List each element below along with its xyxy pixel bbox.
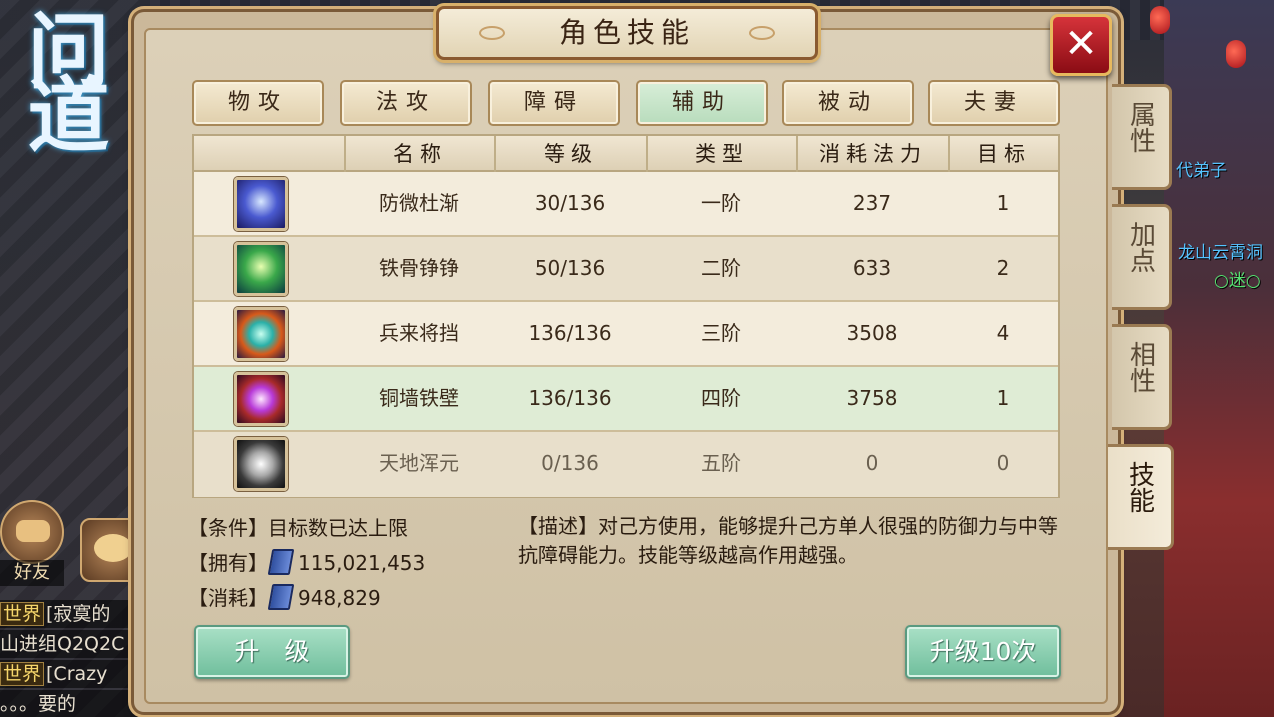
skill-tier: 二阶	[701, 256, 741, 280]
skill-book-icon	[267, 584, 295, 610]
tab-passive[interactable]: 被动	[782, 80, 914, 126]
chat-line[interactable]: 世界 [寂寞的	[0, 600, 140, 628]
skill-level: 0/136	[541, 451, 599, 475]
skill-tier: 三阶	[701, 321, 741, 345]
cost-label: 【消耗】	[188, 586, 268, 610]
side-tab-label: 相性	[1125, 341, 1156, 393]
skill-name: 铜墙铁壁	[379, 386, 459, 410]
skill-mana: 3758	[846, 386, 898, 410]
side-tab-label: 属性	[1125, 101, 1156, 153]
owned-line: 【拥有】 115,021,453	[188, 547, 425, 576]
chat-text: [寂寞的	[46, 603, 111, 625]
table-row[interactable]: 铁骨铮铮 50/136 二阶 633 2	[194, 237, 1058, 302]
skill-name: 铁骨铮铮	[379, 256, 459, 280]
chat-line[interactable]: 世界 [Crazy	[0, 660, 140, 688]
header-targets: 目标	[948, 136, 1058, 172]
lantern-icon	[1150, 6, 1170, 34]
location-name-label: 龙山云霄洞	[1178, 243, 1263, 263]
hand-spell-icon	[234, 177, 288, 231]
skill-targets: 1	[996, 386, 1010, 410]
skill-mana: 237	[852, 191, 892, 215]
owned-value: 115,021,453	[298, 551, 426, 575]
skill-mana: 633	[852, 256, 892, 280]
chat-text: 山进组Q2Q2C	[0, 633, 125, 655]
tab-support[interactable]: 辅助	[636, 80, 768, 126]
logo-mark: 问道	[13, 8, 109, 136]
close-button[interactable]: ✕	[1050, 14, 1112, 76]
skill-book-icon	[267, 549, 295, 575]
tab-physical-attack[interactable]: 物攻	[192, 80, 324, 126]
side-tab-label: 加点	[1125, 221, 1156, 273]
scene-right-courtyard	[1164, 0, 1274, 717]
upgrade-10x-button[interactable]: 升级10次	[905, 625, 1061, 679]
purple-orb-spell-icon	[234, 372, 288, 426]
skill-targets: 1	[996, 191, 1010, 215]
chat-line[interactable]: 。。。要的	[0, 690, 140, 717]
skills-table: 名称 等级 类型 消耗法力 目标 防微杜渐 30/136 一阶 237 1 铁骨…	[192, 134, 1060, 498]
skill-tier: 五阶	[701, 451, 741, 475]
skill-level: 50/136	[534, 256, 606, 280]
panel-title-plate: 角色技能	[436, 6, 818, 60]
condition-value: 目标数已达上限	[268, 516, 408, 540]
table-row[interactable]: 兵来将挡 136/136 三阶 3508 4	[194, 302, 1058, 367]
tab-couple[interactable]: 夫妻	[928, 80, 1060, 126]
upgrade-button[interactable]: 升 级	[194, 625, 350, 679]
skill-targets: 2	[996, 256, 1010, 280]
green-hand-spell-icon	[234, 242, 288, 296]
header-icon-col	[194, 136, 344, 172]
white-burst-spell-icon	[234, 437, 288, 491]
owned-label: 【拥有】	[188, 551, 268, 575]
tab-obstacle[interactable]: 障碍	[488, 80, 620, 126]
skill-mana: 3508	[846, 321, 898, 345]
condition-label: 【条件】	[188, 516, 268, 540]
table-row[interactable]: 防微杜渐 30/136 一阶 237 1	[194, 172, 1058, 237]
side-tab-skills[interactable]: 技能	[1108, 444, 1174, 550]
tab-magic-attack[interactable]: 法攻	[340, 80, 472, 126]
npc-name-label: 代弟子	[1176, 161, 1227, 181]
skill-name: 天地浑元	[379, 451, 459, 475]
handshake-icon	[16, 520, 50, 542]
header-mana-cost: 消耗法力	[796, 136, 948, 172]
skill-level: 136/136	[528, 321, 612, 345]
cost-line: 【消耗】 948,829	[188, 582, 381, 611]
close-icon: ✕	[1064, 21, 1098, 67]
side-tab-add-points[interactable]: 加点	[1112, 204, 1172, 310]
skill-targets: 4	[996, 321, 1010, 345]
skill-name: 防微杜渐	[379, 191, 459, 215]
skill-level: 30/136	[534, 191, 606, 215]
player-name-label: ○迷○	[1214, 271, 1261, 291]
skill-targets: 0	[996, 451, 1010, 475]
header-level: 等级	[494, 136, 646, 172]
skill-mana: 0	[865, 451, 879, 475]
chat-line[interactable]: 山进组Q2Q2C	[0, 630, 140, 658]
skill-tier: 四阶	[701, 386, 741, 410]
skill-name: 兵来将挡	[379, 321, 459, 345]
cloud-ornament-icon	[749, 26, 775, 40]
header-name: 名称	[344, 136, 494, 172]
table-row[interactable]: 天地浑元 0/136 五阶 0 0	[194, 432, 1058, 497]
chat-bubble-icon	[94, 534, 132, 562]
friends-button[interactable]	[0, 500, 64, 564]
chat-channel-badge: 世界	[0, 662, 45, 686]
header-type: 类型	[646, 136, 796, 172]
cost-value: 948,829	[298, 586, 381, 610]
friends-label: 好友	[0, 560, 64, 586]
panel-title: 角色技能	[558, 16, 695, 49]
flame-shield-spell-icon	[234, 307, 288, 361]
skill-description: 【描述】对己方使用，能够提升己方单人很强的防御力与中等抗障碍能力。技能等级越高作…	[518, 514, 1058, 567]
table-header: 名称 等级 类型 消耗法力 目标	[194, 136, 1058, 172]
cloud-ornament-icon	[479, 26, 505, 40]
skill-level: 136/136	[528, 386, 612, 410]
skill-tier: 一阶	[701, 191, 741, 215]
chat-text: [Crazy	[46, 663, 108, 685]
chat-channel-badge: 世界	[0, 602, 45, 626]
side-tab-label: 技能	[1124, 461, 1155, 513]
lantern-icon	[1226, 40, 1246, 68]
table-row-selected[interactable]: 铜墙铁壁 136/136 四阶 3758 1	[194, 367, 1058, 432]
condition-line: 【条件】目标数已达上限	[188, 512, 408, 541]
side-tab-affinity[interactable]: 相性	[1112, 324, 1172, 430]
side-tab-attributes[interactable]: 属性	[1112, 84, 1172, 190]
chat-text: 。。。要的	[0, 693, 77, 715]
